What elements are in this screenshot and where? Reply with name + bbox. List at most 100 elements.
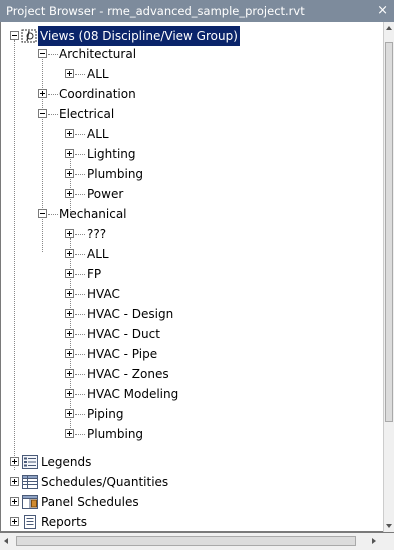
scroll-up-icon[interactable] — [386, 26, 392, 30]
tree-label: FP — [87, 267, 102, 281]
tree-label: HVAC - Design — [87, 307, 174, 321]
tree-item-views[interactable]: Views (08 Discipline/View Group) — [1, 26, 383, 46]
tree-label: HVAC - Zones — [87, 367, 169, 381]
tree-connector — [75, 74, 85, 75]
panel-schedule-icon — [22, 495, 38, 509]
tree-connector — [75, 354, 85, 355]
tree-item-mech[interactable]: HVAC - Duct — [1, 324, 383, 344]
tree-connector — [75, 154, 85, 155]
tree-item-arch-all[interactable]: ALL — [1, 64, 383, 84]
tree-label: HVAC Modeling — [87, 387, 179, 401]
tree-label: ??? — [87, 227, 107, 241]
tree-item-mech[interactable]: HVAC — [1, 284, 383, 304]
expand-icon[interactable] — [10, 497, 19, 506]
scroll-down-icon[interactable] — [386, 524, 392, 528]
expand-icon[interactable] — [65, 249, 74, 258]
expand-icon[interactable] — [65, 129, 74, 138]
expand-icon[interactable] — [65, 369, 74, 378]
tree-item-elec[interactable]: Lighting — [1, 144, 383, 164]
close-icon[interactable]: × — [377, 3, 388, 18]
tree-connector — [75, 234, 85, 235]
tree-item-mech[interactable]: Plumbing — [1, 424, 383, 444]
tree-connector — [75, 174, 85, 175]
expand-icon[interactable] — [65, 69, 74, 78]
tree-connector — [48, 214, 58, 215]
tree-item-reports[interactable]: Reports — [1, 512, 383, 531]
tree-connector — [75, 334, 85, 335]
tree-item-mech[interactable]: ??? — [1, 224, 383, 244]
tree-label: ALL — [87, 67, 109, 81]
tree-connector — [75, 394, 85, 395]
tree-item-mech[interactable]: HVAC Modeling — [1, 384, 383, 404]
tree-connector — [48, 94, 58, 95]
collapse-icon[interactable] — [10, 31, 19, 40]
tree-connector — [75, 414, 85, 415]
tree-item-schedules[interactable]: Schedules/Quantities — [1, 472, 383, 492]
tree-item-mech[interactable]: HVAC - Design — [1, 304, 383, 324]
expand-icon[interactable] — [38, 89, 47, 98]
tree-connector — [48, 54, 58, 55]
expand-icon[interactable] — [65, 269, 74, 278]
expand-icon[interactable] — [65, 189, 74, 198]
tree-label: Coordination — [59, 87, 136, 101]
report-icon — [22, 515, 38, 529]
vertical-scroll-thumb[interactable] — [385, 42, 393, 422]
tree-label: ALL — [87, 247, 109, 261]
views-icon — [21, 29, 37, 43]
expand-icon[interactable] — [10, 517, 19, 526]
tree-connector — [75, 434, 85, 435]
tree-label: Architectural — [59, 47, 137, 61]
collapse-icon[interactable] — [38, 209, 47, 218]
expand-icon[interactable] — [65, 229, 74, 238]
tree-label: Schedules/Quantities — [41, 475, 169, 489]
tree-connector — [75, 314, 85, 315]
horizontal-scrollbar[interactable] — [0, 532, 394, 550]
tree-item-legends[interactable]: Legends — [1, 452, 383, 472]
tree-item-mech[interactable]: Piping — [1, 404, 383, 424]
expand-icon[interactable] — [65, 329, 74, 338]
tree-item-elec[interactable]: ALL — [1, 124, 383, 144]
tree-item-mech[interactable]: ALL — [1, 244, 383, 264]
tree-item-elec[interactable]: Power — [1, 184, 383, 204]
tree-label: Plumbing — [87, 427, 144, 441]
tree-label: Mechanical — [59, 207, 127, 221]
tree-item-mech[interactable]: HVAC - Zones — [1, 364, 383, 384]
tree-label: Power — [87, 187, 124, 201]
collapse-icon[interactable] — [38, 49, 47, 58]
tree-label: Reports — [41, 515, 88, 529]
tree-label: Piping — [87, 407, 124, 421]
tree-item-elec[interactable]: Plumbing — [1, 164, 383, 184]
tree-connector — [75, 294, 85, 295]
tree-item-panel-schedules[interactable]: Panel Schedules — [1, 492, 383, 512]
expand-icon[interactable] — [65, 429, 74, 438]
schedule-icon — [22, 475, 38, 489]
expand-icon[interactable] — [65, 349, 74, 358]
expand-icon[interactable] — [65, 149, 74, 158]
expand-icon[interactable] — [10, 457, 19, 466]
scroll-left-icon[interactable] — [4, 538, 8, 544]
tree-label: HVAC - Pipe — [87, 347, 158, 361]
scroll-right-icon[interactable] — [372, 538, 376, 544]
tree-connector — [75, 274, 85, 275]
tree-item-architectural[interactable]: Architectural — [1, 44, 383, 64]
expand-icon[interactable] — [65, 309, 74, 318]
tree-label: HVAC — [87, 287, 120, 301]
tree-label: HVAC - Duct — [87, 327, 160, 341]
expand-icon[interactable] — [65, 409, 74, 418]
window-title: Project Browser - rme_advanced_sample_pr… — [6, 4, 305, 18]
tree-item-electrical[interactable]: Electrical — [1, 104, 383, 124]
tree-connector — [75, 374, 85, 375]
tree-item-mech[interactable]: HVAC - Pipe — [1, 344, 383, 364]
tree-item-mechanical[interactable]: Mechanical — [1, 204, 383, 224]
collapse-icon[interactable] — [38, 109, 47, 118]
expand-icon[interactable] — [65, 289, 74, 298]
tree-label: Legends — [41, 455, 92, 469]
horizontal-scroll-thumb[interactable] — [16, 536, 356, 546]
expand-icon[interactable] — [65, 389, 74, 398]
tree-item-mech[interactable]: FP — [1, 264, 383, 284]
tree-label: Plumbing — [87, 167, 144, 181]
tree-item-coordination[interactable]: Coordination — [1, 84, 383, 104]
expand-icon[interactable] — [10, 477, 19, 486]
vertical-scrollbar[interactable] — [383, 22, 394, 532]
expand-icon[interactable] — [65, 169, 74, 178]
